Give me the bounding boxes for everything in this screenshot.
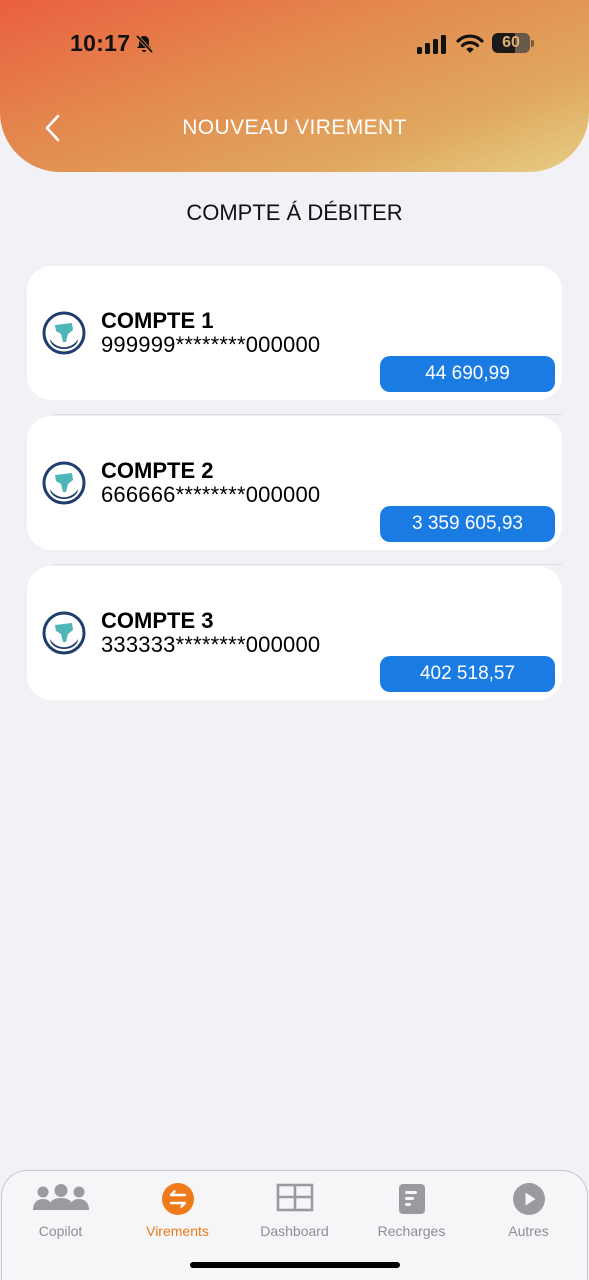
tab-label: Virements [146,1223,209,1239]
tab-label: Recharges [377,1223,446,1239]
account-number: 333333********000000 [101,632,321,657]
account-number: 999999********000000 [101,332,321,357]
tab-virements[interactable]: Virements [119,1177,236,1241]
account-number: 666666********000000 [101,482,321,507]
tab-label: Copilot [38,1223,83,1239]
tab-copilot[interactable]: Copilot [2,1177,119,1241]
tab-dashboard[interactable]: Dashboard [236,1177,353,1241]
account-card-2[interactable]: COMPTE 2 666666********000000 3 359 605,… [27,416,562,550]
account-name: COMPTE 1 [101,308,214,333]
account-name: COMPTE 3 [101,608,214,633]
balance-badge: 44 690,99 [380,356,555,392]
signal-icon [417,35,446,54]
bank-logo-icon [42,311,86,355]
transfer-icon [161,1183,194,1215]
battery-indicator: 60 [492,33,530,53]
play-icon [512,1183,545,1215]
dashboard-icon [276,1183,313,1212]
home-indicator [190,1262,400,1268]
tab-autres[interactable]: Autres [470,1177,587,1241]
account-card-1[interactable]: COMPTE 1 999999********000000 44 690,99 [27,266,562,400]
page-title: NOUVEAU VIREMENT [182,116,407,139]
account-card-3[interactable]: COMPTE 3 333333********000000 402 518,57 [27,566,562,700]
bank-logo-icon [42,461,86,505]
bell-off-icon [135,34,154,54]
tab-label: Dashboard [260,1223,329,1239]
section-title: COMPTE Á DÉBITER [186,200,403,225]
bank-logo-icon [42,611,86,655]
balance-badge: 402 518,57 [380,656,555,692]
tab-label: Autres [508,1223,549,1239]
divider [53,564,562,565]
tab-recharges[interactable]: Recharges [353,1177,470,1241]
header: 10:17 60 NOUVEAU VIREMENT [0,0,589,172]
recharge-icon [398,1184,425,1214]
status-time: 10:17 [70,30,131,56]
status-bar: 10:17 60 [0,24,589,64]
wifi-icon [456,34,484,53]
balance-badge: 3 359 605,93 [380,506,555,542]
divider [53,414,562,415]
account-name: COMPTE 2 [101,458,214,483]
battery-tip [531,40,534,47]
people-icon [32,1184,89,1210]
battery-level: 60 [502,34,520,51]
